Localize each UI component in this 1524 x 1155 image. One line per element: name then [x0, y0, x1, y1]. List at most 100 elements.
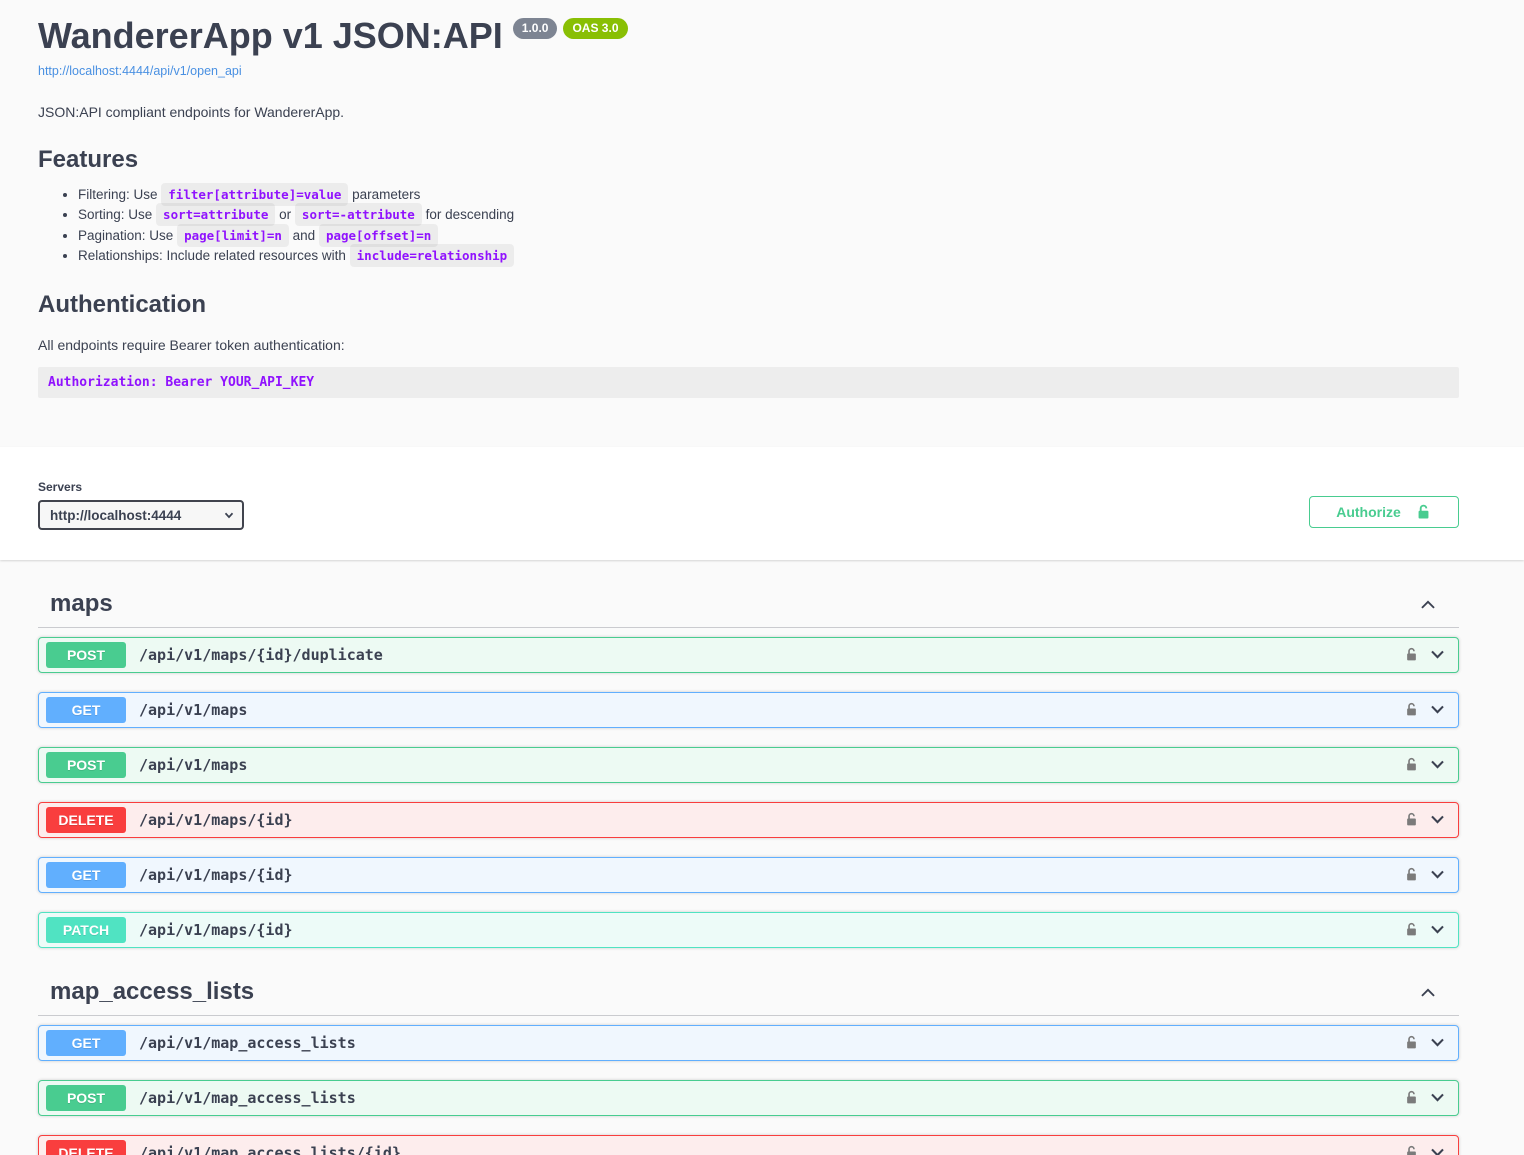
unlocked-padlock-icon	[1404, 1089, 1419, 1106]
opblock-tag-section: map_access_lists GET /api/v1/map_access_…	[38, 973, 1459, 1155]
inline-code: sort=attribute	[156, 203, 275, 226]
method-badge: GET	[46, 697, 126, 723]
spec-url-link[interactable]: http://localhost:4444/api/v1/open_api	[38, 64, 242, 78]
feature-item: Filtering: Use filter[attribute]=value p…	[78, 186, 1459, 204]
expand-button[interactable]	[1428, 1033, 1447, 1052]
feature-item: Pagination: Use page[limit]=n and page[o…	[78, 227, 1459, 245]
info-section: WandererApp v1 JSON:API 1.0.0 OAS 3.0 ht…	[0, 0, 1524, 398]
endpoint-row[interactable]: GET /api/v1/maps	[38, 692, 1459, 728]
chevron-up-icon[interactable]	[1417, 593, 1439, 615]
endpoint-path: /api/v1/maps	[139, 756, 247, 774]
scheme-container: Servers http://localhost:4444 Authorize	[0, 447, 1524, 560]
unlocked-padlock-icon	[1404, 1144, 1419, 1155]
authentication-text: All endpoints require Bearer token authe…	[38, 337, 1459, 353]
chevron-down-icon	[1428, 700, 1447, 719]
endpoint-row[interactable]: POST /api/v1/map_access_lists	[38, 1080, 1459, 1116]
endpoint-path: /api/v1/maps/{id}	[139, 921, 293, 939]
method-badge: PATCH	[46, 917, 126, 943]
api-description: JSON:API compliant endpoints for Wandere…	[38, 104, 1459, 120]
endpoint-row[interactable]: GET /api/v1/map_access_lists	[38, 1025, 1459, 1061]
endpoint-row[interactable]: POST /api/v1/maps	[38, 747, 1459, 783]
section-title: maps	[50, 590, 113, 618]
endpoint-row[interactable]: GET /api/v1/maps/{id}	[38, 857, 1459, 893]
chevron-down-icon	[1428, 645, 1447, 664]
chevron-down-icon	[1428, 1143, 1447, 1155]
authorize-button[interactable]: Authorize	[1309, 496, 1459, 528]
unlocked-padlock-icon	[1404, 811, 1419, 828]
expand-button[interactable]	[1428, 1143, 1447, 1155]
server-select[interactable]: http://localhost:4444	[38, 500, 244, 530]
endpoint-path: /api/v1/map_access_lists	[139, 1034, 356, 1052]
unlocked-padlock-icon	[1404, 756, 1419, 773]
unlocked-padlock-icon	[1404, 701, 1419, 718]
page-title: WandererApp v1 JSON:API	[38, 16, 503, 56]
authentication-heading: Authentication	[38, 291, 1459, 319]
lock-button[interactable]	[1404, 1144, 1419, 1155]
authorization-code-block: Authorization: Bearer YOUR_API_KEY	[38, 367, 1459, 398]
endpoint-rows: GET /api/v1/map_access_lists POST /api/v…	[38, 1025, 1459, 1155]
endpoint-row[interactable]: PATCH /api/v1/maps/{id}	[38, 912, 1459, 948]
endpoint-path: /api/v1/maps/{id}	[139, 866, 293, 884]
expand-button[interactable]	[1428, 865, 1447, 884]
unlocked-padlock-icon	[1404, 866, 1419, 883]
features-list: Filtering: Use filter[attribute]=value p…	[38, 186, 1459, 265]
lock-button[interactable]	[1404, 921, 1419, 938]
lock-button[interactable]	[1404, 866, 1419, 883]
expand-button[interactable]	[1428, 755, 1447, 774]
endpoint-path: /api/v1/maps/{id}/duplicate	[139, 646, 383, 664]
endpoint-path: /api/v1/map_access_lists/{id}	[139, 1144, 401, 1155]
authorize-button-label: Authorize	[1336, 504, 1401, 520]
chevron-down-icon	[1428, 1088, 1447, 1107]
lock-button[interactable]	[1404, 1034, 1419, 1051]
chevron-up-icon[interactable]	[1417, 981, 1439, 1003]
method-badge: DELETE	[46, 1140, 126, 1155]
method-badge: DELETE	[46, 807, 126, 833]
lock-button[interactable]	[1404, 811, 1419, 828]
version-badge: 1.0.0	[513, 18, 558, 39]
expand-button[interactable]	[1428, 1088, 1447, 1107]
unlocked-padlock-icon	[1415, 503, 1432, 521]
inline-code: page[limit]=n	[177, 224, 289, 247]
method-badge: POST	[46, 752, 126, 778]
features-heading: Features	[38, 146, 1459, 174]
chevron-down-icon	[1428, 920, 1447, 939]
unlocked-padlock-icon	[1404, 921, 1419, 938]
method-badge: POST	[46, 1085, 126, 1111]
lock-button[interactable]	[1404, 1089, 1419, 1106]
operations: maps POST /api/v1/maps/{id}/duplicate GE…	[0, 585, 1524, 1155]
chevron-down-icon	[1428, 810, 1447, 829]
unlocked-padlock-icon	[1404, 1034, 1419, 1051]
unlocked-padlock-icon	[1404, 646, 1419, 663]
swagger-ui-page: WandererApp v1 JSON:API 1.0.0 OAS 3.0 ht…	[0, 0, 1524, 1155]
expand-button[interactable]	[1428, 645, 1447, 664]
chevron-down-icon	[1428, 865, 1447, 884]
section-title: map_access_lists	[50, 978, 254, 1006]
inline-code: include=relationship	[350, 244, 515, 267]
lock-button[interactable]	[1404, 701, 1419, 718]
section-header[interactable]: maps	[38, 585, 1459, 623]
method-badge: POST	[46, 642, 126, 668]
servers-group: Servers http://localhost:4444	[38, 480, 244, 530]
chevron-down-icon	[1428, 755, 1447, 774]
opblock-tag-section: maps POST /api/v1/maps/{id}/duplicate GE…	[38, 585, 1459, 948]
endpoint-row[interactable]: DELETE /api/v1/maps/{id}	[38, 802, 1459, 838]
endpoint-row[interactable]: POST /api/v1/maps/{id}/duplicate	[38, 637, 1459, 673]
section-divider	[38, 627, 1459, 628]
method-badge: GET	[46, 862, 126, 888]
expand-button[interactable]	[1428, 920, 1447, 939]
endpoint-path: /api/v1/map_access_lists	[139, 1089, 356, 1107]
inline-code: sort=-attribute	[295, 203, 422, 226]
chevron-down-icon	[1428, 1033, 1447, 1052]
expand-button[interactable]	[1428, 700, 1447, 719]
endpoint-path: /api/v1/maps	[139, 701, 247, 719]
feature-item: Sorting: Use sort=attribute or sort=-att…	[78, 206, 1459, 224]
oas-badge: OAS 3.0	[563, 18, 627, 39]
section-header[interactable]: map_access_lists	[38, 973, 1459, 1011]
lock-button[interactable]	[1404, 756, 1419, 773]
expand-button[interactable]	[1428, 810, 1447, 829]
endpoint-row[interactable]: DELETE /api/v1/map_access_lists/{id}	[38, 1135, 1459, 1155]
endpoint-path: /api/v1/maps/{id}	[139, 811, 293, 829]
endpoint-rows: POST /api/v1/maps/{id}/duplicate GET /ap…	[38, 637, 1459, 948]
method-badge: GET	[46, 1030, 126, 1056]
lock-button[interactable]	[1404, 646, 1419, 663]
